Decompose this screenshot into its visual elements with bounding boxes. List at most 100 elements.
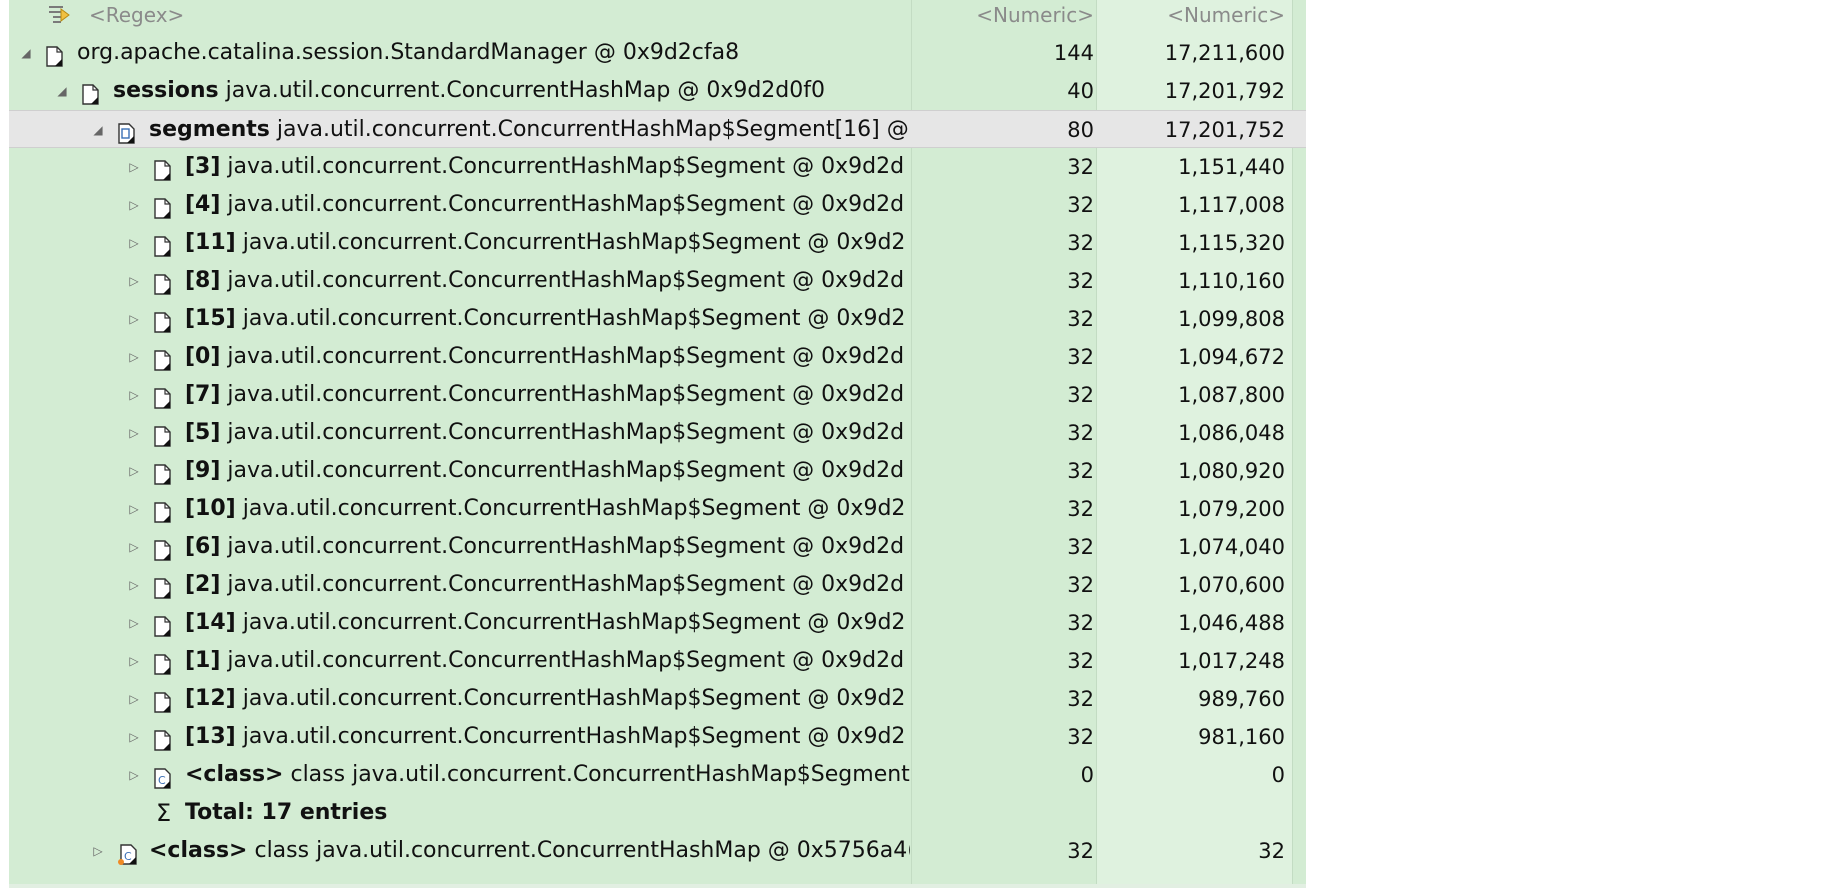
table-row[interactable]: ▷ [8] java.util.concurrent.ConcurrentHash… xyxy=(9,262,1306,300)
object-icon xyxy=(153,537,173,561)
row-label: [13] java.util.concurrent.ConcurrentHash… xyxy=(185,718,905,756)
table-row[interactable]: ▷ [1] java.util.concurrent.ConcurrentHash… xyxy=(9,642,1306,680)
table-row[interactable]: ▷ [6] java.util.concurrent.ConcurrentHash… xyxy=(9,528,1306,566)
expand-toggle-icon[interactable]: ▷ xyxy=(127,680,141,718)
retained-heap-cell: 1,079,200 xyxy=(1178,497,1285,521)
table-row[interactable]: ▷ [10] java.util.concurrent.ConcurrentHas… xyxy=(9,490,1306,528)
row-label-bold: Total: 17 entries xyxy=(185,800,388,825)
expand-toggle-icon[interactable]: ▷ xyxy=(127,376,141,414)
name-cell[interactable]: ▷ C <class> class java.util.concurrent.Con… xyxy=(9,832,910,870)
retained-heap-cell: 1,046,488 xyxy=(1178,611,1285,635)
regex-filter-input[interactable]: <Regex> xyxy=(89,0,184,34)
shallow-heap-cell: 144 xyxy=(1053,41,1094,65)
name-cell[interactable]: ▷ [7] java.util.concurrent.ConcurrentHash… xyxy=(9,376,910,414)
table-row[interactable]: ▷ C <class> class java.util.concurrent.Con… xyxy=(9,756,1306,794)
total-row[interactable]: Σ Total: 17 entries xyxy=(9,794,1306,832)
svg-text:C: C xyxy=(158,774,166,787)
table-row[interactable]: ▷ [14] java.util.concurrent.ConcurrentHas… xyxy=(9,604,1306,642)
name-cell[interactable]: ◢ segments java.util.concurrent.Concurren… xyxy=(9,111,910,149)
name-filter-cell[interactable]: <Regex> xyxy=(9,0,910,34)
expand-toggle-icon[interactable]: ▷ xyxy=(127,642,141,680)
expand-toggle-icon[interactable]: ▷ xyxy=(127,300,141,338)
object-icon xyxy=(153,195,173,219)
row-label: [11] java.util.concurrent.ConcurrentHash… xyxy=(185,224,905,262)
name-cell[interactable]: Σ Total: 17 entries xyxy=(9,794,910,832)
row-label-bold: <class> xyxy=(149,838,248,863)
expand-toggle-icon[interactable]: ▷ xyxy=(127,528,141,566)
table-row[interactable]: ▷ C <class> class java.util.concurrent.Con… xyxy=(9,832,1306,870)
name-cell[interactable]: ▷ [4] java.util.concurrent.ConcurrentHash… xyxy=(9,186,910,224)
row-label-text: class java.util.concurrent.ConcurrentHas… xyxy=(283,762,910,787)
expand-toggle-icon[interactable]: ▷ xyxy=(127,566,141,604)
name-cell[interactable]: ▷ [12] java.util.concurrent.ConcurrentHas… xyxy=(9,680,910,718)
collapse-toggle-icon[interactable]: ◢ xyxy=(19,34,33,72)
name-cell[interactable]: ▷ [5] java.util.concurrent.ConcurrentHash… xyxy=(9,414,910,452)
expand-toggle-icon[interactable]: ▷ xyxy=(127,414,141,452)
name-cell[interactable]: ▷ C <class> class java.util.concurrent.Con… xyxy=(9,756,910,794)
expand-toggle-icon[interactable]: ▷ xyxy=(91,832,105,870)
table-row[interactable]: ▷ [5] java.util.concurrent.ConcurrentHash… xyxy=(9,414,1306,452)
expand-toggle-icon[interactable]: ▷ xyxy=(127,604,141,642)
table-row[interactable]: ▷ [7] java.util.concurrent.ConcurrentHash… xyxy=(9,376,1306,414)
name-cell[interactable]: ▷ [14] java.util.concurrent.ConcurrentHas… xyxy=(9,604,910,642)
class-icon: C xyxy=(153,765,173,789)
table-row[interactable]: ▷ [12] java.util.concurrent.ConcurrentHas… xyxy=(9,680,1306,718)
table-row[interactable]: ◢ org.apache.catalina.session.StandardMan… xyxy=(9,34,1306,72)
expand-toggle-icon[interactable]: ▷ xyxy=(127,186,141,224)
table-row[interactable]: ▷ [13] java.util.concurrent.ConcurrentHas… xyxy=(9,718,1306,756)
table-row[interactable]: ▷ [3] java.util.concurrent.ConcurrentHash… xyxy=(9,148,1306,186)
expand-toggle-icon[interactable]: ▷ xyxy=(127,224,141,262)
row-label: sessions java.util.concurrent.Concurrent… xyxy=(113,72,825,110)
table-row[interactable]: ▷ [2] java.util.concurrent.ConcurrentHash… xyxy=(9,566,1306,604)
table-row[interactable]: ▷ [15] java.util.concurrent.ConcurrentHas… xyxy=(9,300,1306,338)
name-cell[interactable]: ◢ org.apache.catalina.session.StandardMan… xyxy=(9,34,910,72)
row-label: [10] java.util.concurrent.ConcurrentHash… xyxy=(185,490,905,528)
name-cell[interactable]: ◢ sessions java.util.concurrent.Concurren… xyxy=(9,72,910,110)
retained-heap-cell: 0 xyxy=(1271,763,1285,787)
retained-heap-cell: 1,115,320 xyxy=(1178,231,1285,255)
row-label-text: java.util.concurrent.ConcurrentHashMap$S… xyxy=(235,686,906,711)
name-cell[interactable]: ▷ [1] java.util.concurrent.ConcurrentHash… xyxy=(9,642,910,680)
row-label-text: class java.util.concurrent.ConcurrentHas… xyxy=(247,838,910,863)
row-label: [8] java.util.concurrent.ConcurrentHashM… xyxy=(185,262,904,300)
expand-toggle-icon[interactable]: ▷ xyxy=(127,718,141,756)
collapse-toggle-icon[interactable]: ◢ xyxy=(91,111,105,149)
name-cell[interactable]: ▷ [13] java.util.concurrent.ConcurrentHas… xyxy=(9,718,910,756)
expand-toggle-icon[interactable]: ▷ xyxy=(127,262,141,300)
name-cell[interactable]: ▷ [15] java.util.concurrent.ConcurrentHas… xyxy=(9,300,910,338)
name-cell[interactable]: ▷ [0] java.util.concurrent.ConcurrentHash… xyxy=(9,338,910,376)
row-label-bold: segments xyxy=(149,117,270,142)
table-row[interactable]: ◢ segments java.util.concurrent.Concurren… xyxy=(9,110,1306,148)
retained-heap-filter[interactable]: <Numeric> xyxy=(1099,0,1285,34)
row-label-bold: [12] xyxy=(185,686,236,711)
table-row[interactable]: ▷ [4] java.util.concurrent.ConcurrentHash… xyxy=(9,186,1306,224)
object-icon xyxy=(153,233,173,257)
table-row[interactable]: ▷ [9] java.util.concurrent.ConcurrentHash… xyxy=(9,452,1306,490)
row-label-bold: [10] xyxy=(185,496,236,521)
expand-toggle-icon[interactable]: ▷ xyxy=(127,756,141,794)
name-cell[interactable]: ▷ [3] java.util.concurrent.ConcurrentHash… xyxy=(9,148,910,186)
name-cell[interactable]: ▷ [10] java.util.concurrent.ConcurrentHas… xyxy=(9,490,910,528)
expand-toggle-icon[interactable]: ▷ xyxy=(127,338,141,376)
shallow-heap-cell: 0 xyxy=(1080,763,1094,787)
expand-toggle-icon[interactable]: ▷ xyxy=(127,490,141,528)
row-label: <class> class java.util.concurrent.Concu… xyxy=(149,832,910,870)
object-icon xyxy=(153,689,173,713)
name-cell[interactable]: ▷ [8] java.util.concurrent.ConcurrentHash… xyxy=(9,262,910,300)
name-cell[interactable]: ▷ [11] java.util.concurrent.ConcurrentHas… xyxy=(9,224,910,262)
collapse-toggle-icon[interactable]: ◢ xyxy=(55,72,69,110)
name-cell[interactable]: ▷ [2] java.util.concurrent.ConcurrentHash… xyxy=(9,566,910,604)
row-label-bold: [6] xyxy=(185,534,221,559)
name-cell[interactable]: ▷ [6] java.util.concurrent.ConcurrentHash… xyxy=(9,528,910,566)
row-label-bold: [9] xyxy=(185,458,221,483)
name-cell[interactable]: ▷ [9] java.util.concurrent.ConcurrentHash… xyxy=(9,452,910,490)
row-label-bold: <class> xyxy=(185,762,284,787)
table-row[interactable]: ▷ [0] java.util.concurrent.ConcurrentHash… xyxy=(9,338,1306,376)
table-row[interactable]: ▷ [11] java.util.concurrent.ConcurrentHas… xyxy=(9,224,1306,262)
expand-toggle-icon[interactable]: ▷ xyxy=(127,452,141,490)
expand-toggle-icon[interactable]: ▷ xyxy=(127,148,141,186)
shallow-heap-cell: 32 xyxy=(1067,725,1094,749)
table-row[interactable]: ◢ sessions java.util.concurrent.Concurren… xyxy=(9,72,1306,110)
row-label-text: java.util.concurrent.ConcurrentHashMap$S… xyxy=(235,610,906,635)
shallow-heap-filter[interactable]: <Numeric> xyxy=(914,0,1094,34)
